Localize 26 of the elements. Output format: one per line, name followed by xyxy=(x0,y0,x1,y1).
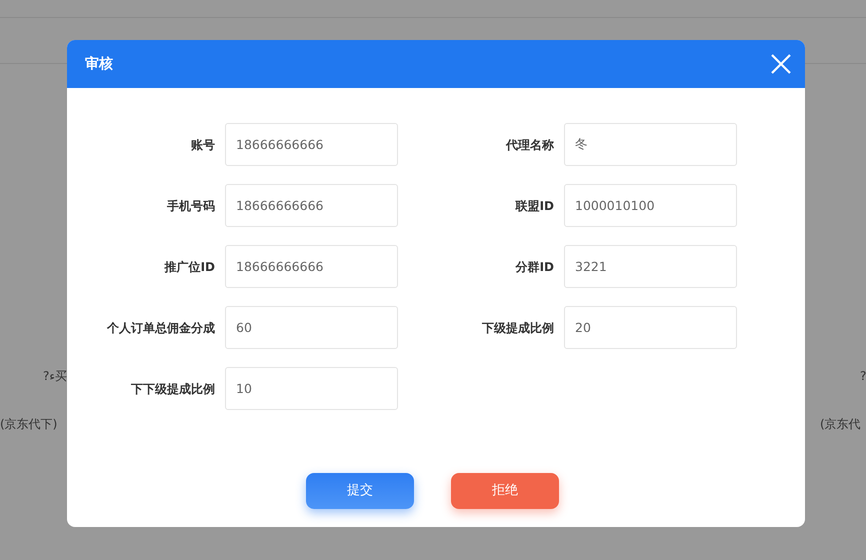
field-label: 分群ID xyxy=(514,258,555,276)
table-text: (京东代 xyxy=(820,416,861,433)
dialog-title: 审核 xyxy=(85,54,113,74)
input-field[interactable]: 18666666666 xyxy=(225,245,398,288)
field-label: 下级提成比例 xyxy=(481,320,555,336)
input-field[interactable]: 3221 xyxy=(564,245,737,288)
field-label: 代理名称 xyxy=(504,136,555,154)
field-label: 账号 xyxy=(190,136,216,154)
field-label: 个人订单总佣金分成 xyxy=(106,320,216,336)
table-text: ?ء买 xyxy=(42,368,67,385)
table-text: (京东代下) xyxy=(0,416,58,433)
field-label: 下下级提成比例 xyxy=(130,380,216,398)
table-text: ? xyxy=(860,368,866,385)
input-field[interactable]: 18666666666 xyxy=(225,123,398,166)
reject-button[interactable]: 拒绝 xyxy=(451,473,559,509)
submit-button[interactable]: 提交 xyxy=(306,473,414,509)
field-label: 联盟ID xyxy=(514,198,555,214)
input-field[interactable]: 60 xyxy=(225,306,398,349)
field-label: 手机号码 xyxy=(166,198,216,214)
input-field[interactable]: 20 xyxy=(564,306,737,349)
input-field[interactable]: 冬 xyxy=(564,123,737,166)
input-field[interactable]: 10 xyxy=(225,367,398,410)
field-label: 推广位ID xyxy=(163,258,216,276)
input-field[interactable]: 18666666666 xyxy=(225,184,398,227)
close-icon[interactable] xyxy=(771,54,791,74)
input-field[interactable]: 1000010100 xyxy=(564,184,737,227)
